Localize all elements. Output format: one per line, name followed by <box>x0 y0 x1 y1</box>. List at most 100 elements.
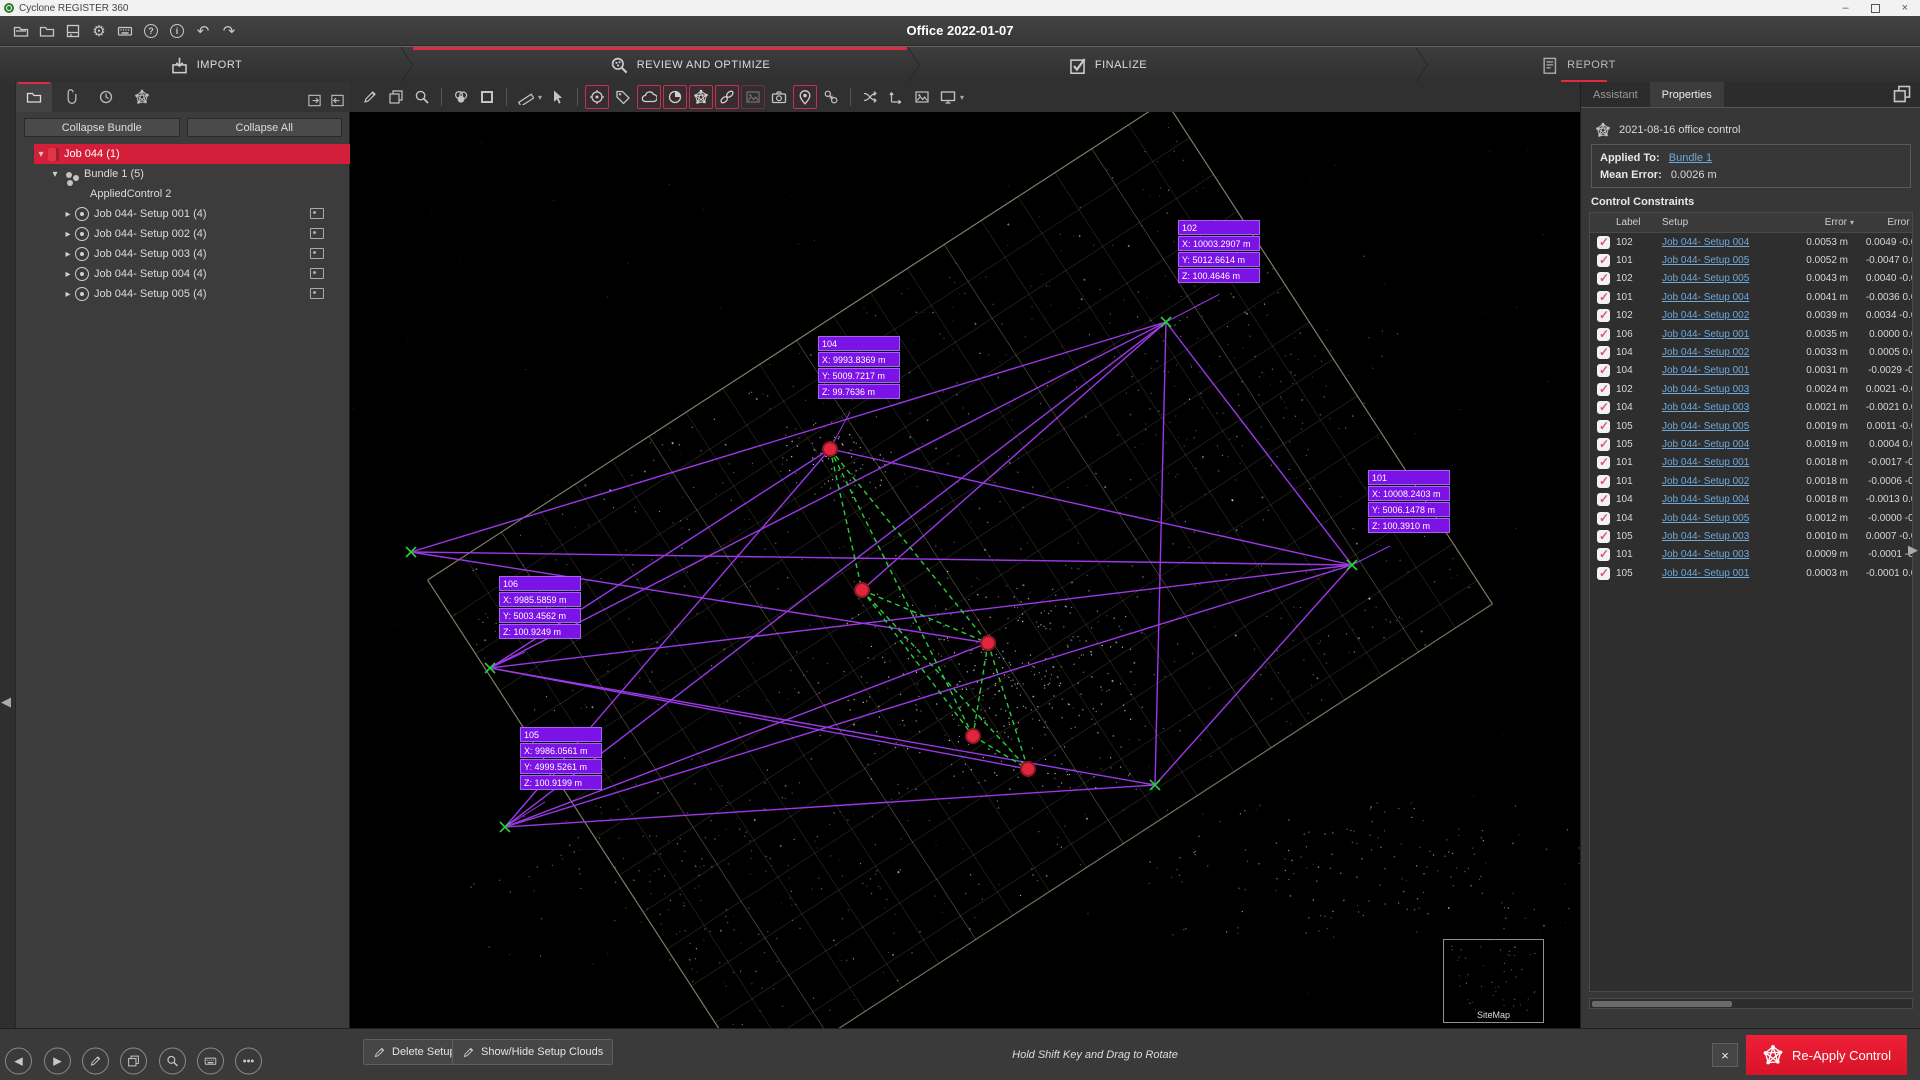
collapse-all-button[interactable]: Collapse All <box>187 118 343 137</box>
constraint-setup-link[interactable]: Job 044- Setup 001 <box>1662 568 1749 579</box>
tree-row[interactable]: ▸ Job 044- Setup 003 (4) <box>16 244 350 264</box>
constraint-row[interactable]: 105 Job 044- Setup 004 0.0019 m 0.0004 0… <box>1590 435 1912 453</box>
dismiss-button[interactable]: × <box>1712 1043 1738 1067</box>
tree-row[interactable]: AppliedControl 2 <box>16 184 350 204</box>
constraint-row[interactable]: 101 Job 044- Setup 005 0.0052 m -0.0047 … <box>1590 251 1912 269</box>
tree-expander[interactable]: ▸ <box>61 249 75 260</box>
constraint-checkbox[interactable] <box>1597 530 1610 543</box>
constraint-setup-link[interactable]: Job 044- Setup 005 <box>1662 421 1749 432</box>
toggle-bundle-icon[interactable] <box>689 85 713 109</box>
panel-layout-icon[interactable] <box>1892 84 1912 107</box>
constraint-setup-link[interactable]: Job 044- Setup 004 <box>1662 292 1749 303</box>
display-dropdown-caret[interactable]: ▾ <box>960 93 964 102</box>
constraint-setup-link[interactable]: Job 044- Setup 004 <box>1662 237 1749 248</box>
constraint-checkbox[interactable] <box>1597 254 1610 267</box>
undo-button[interactable]: ↶ <box>190 19 216 43</box>
zoom-region-icon[interactable] <box>410 85 434 109</box>
re-apply-control-button[interactable]: Re-Apply Control <box>1746 1035 1907 1075</box>
layers-icon[interactable] <box>384 85 408 109</box>
col-error[interactable]: Error▾ <box>1788 217 1854 228</box>
constraint-row[interactable]: 104 Job 044- Setup 001 0.0031 m -0.0029 … <box>1590 362 1912 380</box>
constraint-setup-link[interactable]: Job 044- Setup 002 <box>1662 347 1749 358</box>
table-hscrollbar[interactable] <box>1589 998 1913 1009</box>
constraint-row[interactable]: 104 Job 044- Setup 004 0.0018 m -0.0013 … <box>1590 490 1912 508</box>
col-label[interactable]: Label <box>1616 217 1662 228</box>
toggle-coverage-icon[interactable] <box>663 85 687 109</box>
applied-to-link[interactable]: Bundle 1 <box>1669 152 1712 164</box>
constraint-checkbox[interactable] <box>1597 272 1610 285</box>
tree-expander[interactable]: ▾ <box>34 149 48 160</box>
constraint-setup-link[interactable]: Job 044- Setup 001 <box>1662 329 1749 340</box>
constraint-checkbox[interactable] <box>1597 236 1610 249</box>
collapse-bundle-button[interactable]: Collapse Bundle <box>24 118 180 137</box>
tree-expander[interactable]: ▸ <box>61 229 75 240</box>
cloud-color-icon[interactable] <box>449 85 473 109</box>
constraint-row[interactable]: 104 Job 044- Setup 005 0.0012 m -0.0000 … <box>1590 509 1912 527</box>
tree-row[interactable]: ▸ Job 044- Setup 001 (4) <box>16 204 350 224</box>
edit-button[interactable] <box>82 1048 109 1075</box>
setup-image-icon[interactable] <box>310 208 324 219</box>
constraint-setup-link[interactable]: Job 044- Setup 001 <box>1662 365 1749 376</box>
more-button[interactable]: ••• <box>235 1048 262 1075</box>
constraint-checkbox[interactable] <box>1597 401 1610 414</box>
toggle-links-icon[interactable] <box>715 85 739 109</box>
hierarchy-icon[interactable] <box>819 85 843 109</box>
constraint-checkbox[interactable] <box>1597 309 1610 322</box>
col-setup[interactable]: Setup <box>1662 217 1788 228</box>
sidebar-tab-project[interactable] <box>16 82 52 112</box>
tab-review-and-optimize[interactable]: REVIEW AND OPTIMIZE <box>401 47 919 83</box>
swap-view-icon[interactable] <box>858 85 882 109</box>
constraint-row[interactable]: 105 Job 044- Setup 001 0.0003 m -0.0001 … <box>1590 564 1912 582</box>
measure-tool-icon[interactable] <box>514 85 538 109</box>
tab-properties[interactable]: Properties <box>1650 82 1724 107</box>
back-button[interactable]: ◀ <box>5 1048 32 1075</box>
sitemap-thumbnail[interactable]: SiteMap <box>1443 939 1544 1023</box>
constraint-checkbox[interactable] <box>1597 383 1610 396</box>
help-button[interactable]: ? <box>138 19 164 43</box>
settings-gear-icon[interactable]: ⚙ <box>86 19 112 43</box>
tab-report[interactable]: REPORT <box>1416 47 1920 83</box>
tree-row[interactable]: ▾ Job 044 (1) <box>34 144 350 164</box>
constraint-row[interactable]: 106 Job 044- Setup 001 0.0035 m 0.0000 0… <box>1590 325 1912 343</box>
constraint-row[interactable]: 104 Job 044- Setup 003 0.0021 m -0.0021 … <box>1590 399 1912 417</box>
annotate-icon[interactable] <box>358 85 382 109</box>
constraint-checkbox[interactable] <box>1597 512 1610 525</box>
screenshot-icon[interactable] <box>910 85 934 109</box>
constraint-checkbox[interactable] <box>1597 291 1610 304</box>
table-hscrollbar-thumb[interactable] <box>1592 1001 1732 1007</box>
constraint-row[interactable]: 101 Job 044- Setup 001 0.0018 m -0.0017 … <box>1590 454 1912 472</box>
control-point-label-102[interactable]: 102 X: 10003.2907 m Y: 5012.6614 m Z: 10… <box>1178 220 1260 284</box>
constraint-row[interactable]: 102 Job 044- Setup 004 0.0053 m 0.0049 -… <box>1590 233 1912 251</box>
control-point-label-105[interactable]: 105 X: 9986.0561 m Y: 4999.5261 m Z: 100… <box>520 727 602 791</box>
setup-image-icon[interactable] <box>310 288 324 299</box>
tree-expander[interactable]: ▸ <box>61 269 75 280</box>
display-mode-icon[interactable] <box>936 85 960 109</box>
control-point-label-106[interactable]: 106 X: 9985.5859 m Y: 5003.4562 m Z: 100… <box>499 576 581 640</box>
storage-button[interactable] <box>60 19 86 43</box>
tree-row[interactable]: ▸ Job 044- Setup 002 (4) <box>16 224 350 244</box>
control-point-label-101[interactable]: 101 X: 10008.2403 m Y: 5006.1478 m Z: 10… <box>1368 470 1450 534</box>
constraint-checkbox[interactable] <box>1597 493 1610 506</box>
tab-assistant[interactable]: Assistant <box>1581 82 1650 107</box>
constraint-checkbox[interactable] <box>1597 328 1610 341</box>
constraint-setup-link[interactable]: Job 044- Setup 001 <box>1662 457 1749 468</box>
constraint-setup-link[interactable]: Job 044- Setup 005 <box>1662 273 1749 284</box>
constraint-setup-link[interactable]: Job 044- Setup 002 <box>1662 310 1749 321</box>
setup-image-icon[interactable] <box>310 248 324 259</box>
toggle-geotags-icon[interactable] <box>793 85 817 109</box>
select-cursor-icon[interactable] <box>546 85 570 109</box>
save-project-button[interactable] <box>34 19 60 43</box>
dock-right-icon[interactable] <box>326 88 350 112</box>
about-info-button[interactable]: i <box>164 19 190 43</box>
tree-row[interactable]: ▸ Job 044- Setup 005 (4) <box>16 284 350 304</box>
camera-icon[interactable] <box>767 85 791 109</box>
tree-expander[interactable]: ▾ <box>48 169 62 180</box>
axes-view-icon[interactable] <box>884 85 908 109</box>
forward-button[interactable]: ▶ <box>44 1048 71 1075</box>
toggle-clouds-icon[interactable] <box>637 85 661 109</box>
constraint-setup-link[interactable]: Job 044- Setup 005 <box>1662 513 1749 524</box>
constraint-row[interactable]: 101 Job 044- Setup 004 0.0041 m -0.0036 … <box>1590 288 1912 306</box>
tree-row[interactable]: ▸ Job 044- Setup 004 (4) <box>16 264 350 284</box>
constraint-checkbox[interactable] <box>1597 420 1610 433</box>
constraint-setup-link[interactable]: Job 044- Setup 002 <box>1662 476 1749 487</box>
